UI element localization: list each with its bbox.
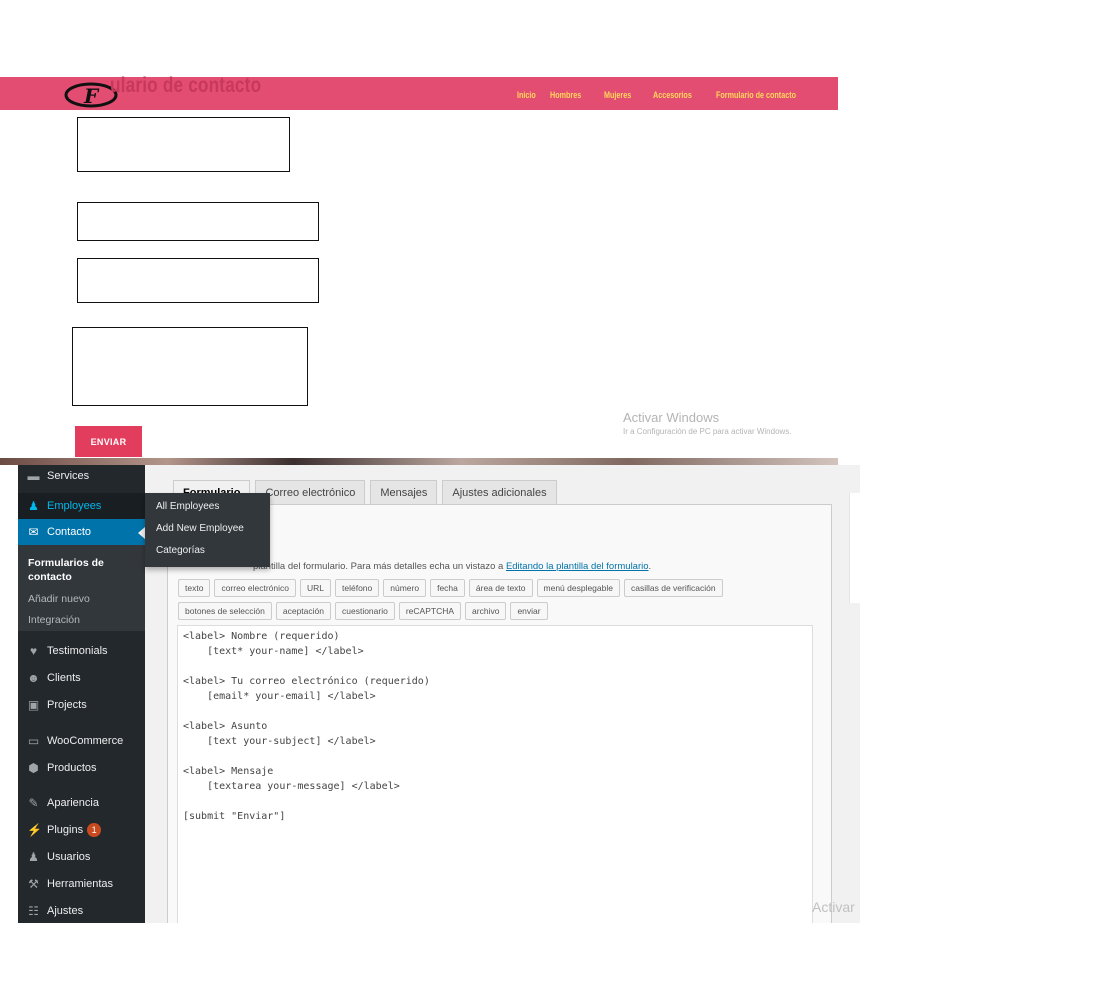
heart-icon: ♥ bbox=[29, 643, 38, 658]
desktop-icon: ▣ bbox=[27, 697, 40, 712]
hero-image-strip bbox=[0, 458, 838, 465]
tag-menu-desplegable[interactable]: menú desplegable bbox=[536, 579, 620, 597]
tag-enviar[interactable]: enviar bbox=[510, 602, 548, 620]
sidebar-item-label: Herramientas bbox=[47, 878, 114, 890]
sidebar-item-label: Productos bbox=[47, 762, 97, 774]
wrench-icon: ⚒ bbox=[28, 876, 39, 891]
submenu-formularios[interactable]: Formularios de contacto bbox=[28, 556, 138, 584]
windows-watermark-2: Activar bbox=[812, 899, 855, 915]
submenu-integracion[interactable]: Integración bbox=[28, 614, 80, 626]
email-icon: ✉ bbox=[28, 524, 39, 539]
nav-hombres[interactable]: Hombres bbox=[550, 90, 581, 100]
tag-texto[interactable]: texto bbox=[178, 579, 211, 597]
sidebar-item-woocommerce[interactable]: ▭ WooCommerce bbox=[18, 728, 145, 754]
tab-ajustes-adicionales[interactable]: Ajustes adicionales bbox=[442, 480, 557, 505]
tag-url[interactable]: URL bbox=[300, 579, 332, 597]
nav-accesorios[interactable]: Accesorios bbox=[653, 90, 692, 100]
archive-icon: ⬢ bbox=[28, 760, 39, 775]
sidebar-item-plugins[interactable]: ⚡ Plugins 1 bbox=[18, 817, 145, 843]
tab-correo[interactable]: Correo electrónico bbox=[255, 480, 366, 505]
sidebar-item-employees[interactable]: ♟ Employees bbox=[18, 493, 145, 519]
watermark-title: Activar Windows bbox=[623, 410, 720, 425]
sidebar-item-productos[interactable]: ⬢ Productos bbox=[18, 755, 145, 781]
sidebar-item-label: Clients bbox=[47, 672, 81, 684]
sidebar-item-label: Services bbox=[47, 470, 90, 482]
tag-area-texto[interactable]: área de texto bbox=[468, 579, 533, 597]
submenu-anadir-nuevo[interactable]: Añadir nuevo bbox=[28, 593, 90, 605]
tag-fecha[interactable]: fecha bbox=[430, 579, 465, 597]
tag-correo[interactable]: correo electrónico bbox=[214, 579, 296, 597]
side-metabox bbox=[849, 493, 860, 603]
brush-icon: ✎ bbox=[28, 795, 39, 810]
site-preview: F ulario de contacto Inicio Hombres Muje… bbox=[0, 0, 1100, 470]
sidebar-item-ajustes[interactable]: ☷ Ajustes bbox=[18, 898, 145, 923]
subject-field[interactable] bbox=[77, 258, 319, 303]
portfolio-icon: ▬ bbox=[27, 468, 40, 483]
settings-icon: ☷ bbox=[28, 903, 39, 918]
tag-generator-row-1: texto correo electrónico URL teléfono nú… bbox=[178, 579, 723, 597]
name-field[interactable] bbox=[77, 117, 290, 172]
sidebar-item-label: Apariencia bbox=[47, 797, 99, 809]
enviar-button[interactable]: ENVIAR bbox=[75, 426, 142, 457]
flyout-all-employees[interactable]: All Employees bbox=[156, 501, 219, 512]
tag-botones-seleccion[interactable]: botones de selección bbox=[178, 602, 272, 620]
contacto-submenu: Formularios de contacto Añadir nuevo Int… bbox=[18, 545, 145, 631]
message-field[interactable] bbox=[72, 327, 308, 406]
sidebar-item-label: Usuarios bbox=[47, 851, 91, 863]
nav-inicio[interactable]: Inicio bbox=[517, 90, 536, 100]
sidebar-item-label: Plugins bbox=[47, 824, 84, 836]
form-template-editor[interactable]: <label> Nombre (requerido) [text* your-n… bbox=[177, 625, 813, 923]
groups-icon: ♟ bbox=[28, 498, 39, 513]
sidebar-item-apariencia[interactable]: ✎ Apariencia bbox=[18, 790, 145, 816]
email-field[interactable] bbox=[77, 202, 319, 241]
groups-icon: ☻ bbox=[27, 670, 40, 685]
admin-sidebar: ▬ Services ♟ Employees ✉ Contacto Formulari… bbox=[18, 465, 145, 923]
sidebar-item-services[interactable]: ▬ Services bbox=[18, 465, 145, 487]
help-link[interactable]: Editando la plantilla del formulario bbox=[506, 561, 649, 572]
sidebar-item-usuarios[interactable]: ♟ Usuarios bbox=[18, 844, 145, 870]
help-text-end: . bbox=[648, 561, 652, 572]
sidebar-item-label: Ajustes bbox=[47, 905, 84, 917]
active-menu-arrow bbox=[138, 527, 145, 539]
help-text: plantilla del formulario. Para más detal… bbox=[253, 561, 651, 572]
sidebar-item-herramientas[interactable]: ⚒ Herramientas bbox=[18, 871, 145, 897]
help-text-body: plantilla del formulario. Para más detal… bbox=[253, 561, 506, 572]
tag-generator-row-2: botones de selección aceptación cuestion… bbox=[178, 602, 548, 620]
sidebar-item-projects[interactable]: ▣ Projects bbox=[18, 692, 145, 718]
flyout-categorias[interactable]: Categorías bbox=[156, 545, 205, 556]
tag-recaptcha[interactable]: reCAPTCHA bbox=[398, 602, 462, 620]
tag-casillas[interactable]: casillas de verificación bbox=[624, 579, 723, 597]
form-template-code[interactable]: <label> Nombre (requerido) [text* your-n… bbox=[183, 629, 430, 824]
sidebar-item-label: Employees bbox=[47, 500, 102, 512]
tag-telefono[interactable]: teléfono bbox=[335, 579, 380, 597]
tag-aceptacion[interactable]: aceptación bbox=[275, 602, 331, 620]
flyout-add-new-employee[interactable]: Add New Employee bbox=[156, 523, 244, 534]
nav-formulario-contacto[interactable]: Formulario de contacto bbox=[716, 90, 796, 100]
sidebar-item-clients[interactable]: ☻ Clients bbox=[18, 665, 145, 691]
tag-archivo[interactable]: archivo bbox=[465, 602, 507, 620]
sidebar-item-testimonials[interactable]: ♥ Testimonials bbox=[18, 638, 145, 664]
user-icon: ♟ bbox=[28, 849, 39, 864]
sidebar-item-label: Projects bbox=[47, 699, 87, 711]
site-title: ulario de contacto bbox=[110, 74, 262, 97]
employees-flyout-menu: All Employees Add New Employee Categoría… bbox=[145, 493, 270, 567]
woo-icon: ▭ bbox=[27, 733, 40, 748]
tag-numero[interactable]: número bbox=[383, 579, 427, 597]
sidebar-item-label: Testimonials bbox=[47, 645, 108, 657]
wp-admin: Formulario Correo electrónico Mensajes A… bbox=[18, 465, 860, 923]
watermark-subtitle: Ir a Configuración de PC para activar Wi… bbox=[623, 427, 792, 436]
sidebar-item-label: Contacto bbox=[47, 526, 92, 538]
tab-mensajes[interactable]: Mensajes bbox=[370, 480, 438, 505]
nav-mujeres[interactable]: Mujeres bbox=[604, 90, 631, 100]
update-count-badge: 1 bbox=[87, 823, 102, 837]
site-nav: Inicio Hombres Mujeres Accesorios Formul… bbox=[517, 90, 816, 100]
windows-watermark: Activar Windows Ir a Configuración de PC… bbox=[623, 410, 792, 436]
svg-text:F: F bbox=[83, 84, 100, 108]
sidebar-item-label: WooCommerce bbox=[47, 735, 124, 747]
plugin-icon: ⚡ bbox=[27, 822, 42, 837]
sidebar-item-contacto[interactable]: ✉ Contacto bbox=[18, 519, 145, 545]
tag-cuestionario[interactable]: cuestionario bbox=[335, 602, 395, 620]
